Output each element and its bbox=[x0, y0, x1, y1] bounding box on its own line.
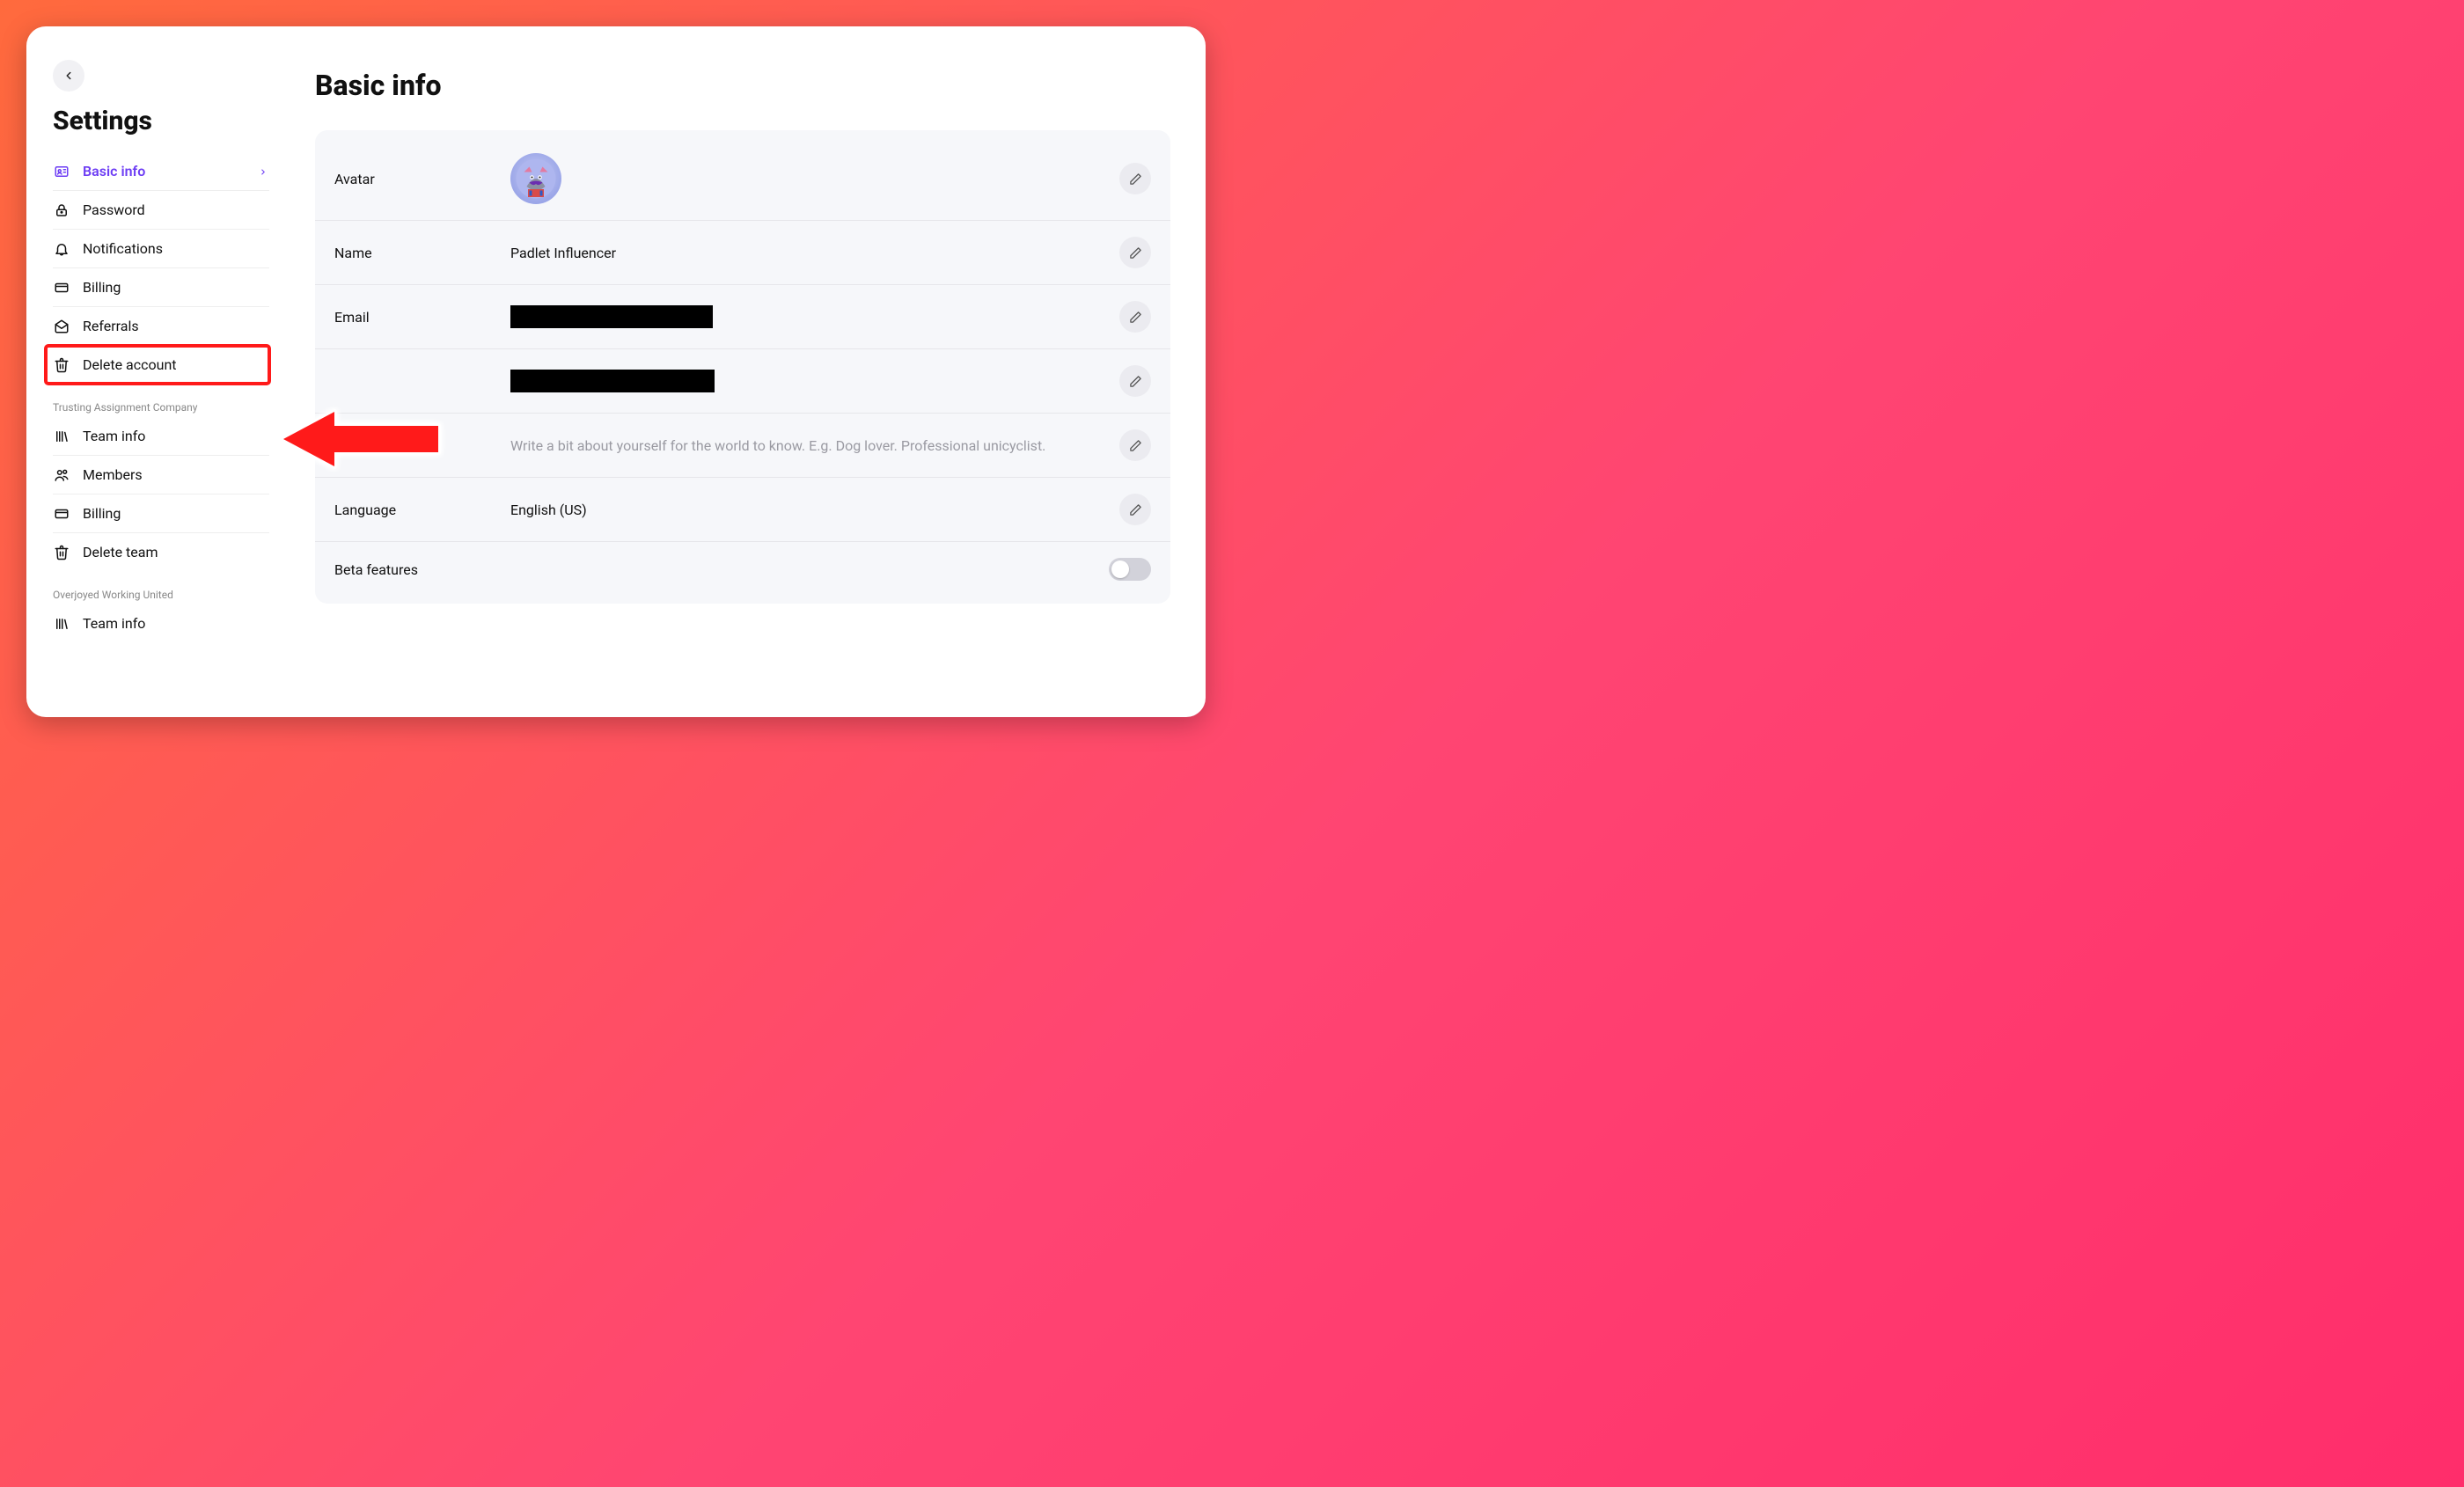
sidebar-item-label: Team info bbox=[83, 615, 145, 632]
back-button[interactable] bbox=[53, 60, 84, 92]
edit-about-button[interactable] bbox=[1119, 429, 1151, 461]
sidebar-item-referrals[interactable]: Referrals bbox=[53, 307, 269, 346]
sidebar-item-notifications[interactable]: Notifications bbox=[53, 230, 269, 268]
envelope-open-icon bbox=[53, 319, 70, 334]
trash-icon bbox=[53, 545, 70, 560]
sidebar-item-label: Delete account bbox=[83, 356, 177, 373]
row-label: Language bbox=[334, 502, 510, 518]
avatar bbox=[510, 153, 561, 204]
edit-name-button[interactable] bbox=[1119, 237, 1151, 268]
edit-username-button[interactable] bbox=[1119, 365, 1151, 397]
pencil-icon bbox=[1129, 503, 1142, 516]
books-icon bbox=[53, 429, 70, 444]
row-language: Language English (US) bbox=[315, 478, 1170, 542]
trash-icon bbox=[53, 357, 70, 373]
sidebar-title: Settings bbox=[53, 106, 280, 136]
sidebar-item-label: Notifications bbox=[83, 240, 163, 257]
sidebar-item-password[interactable]: Password bbox=[53, 191, 269, 230]
edit-email-button[interactable] bbox=[1119, 301, 1151, 333]
settings-window: Settings Basic info Password bbox=[26, 26, 1206, 717]
sidebar-item-team-billing[interactable]: Billing bbox=[53, 494, 269, 533]
sidebar-item-label: Billing bbox=[83, 505, 121, 522]
sidebar-item-label: Members bbox=[83, 466, 143, 483]
row-username bbox=[315, 349, 1170, 414]
edit-avatar-button[interactable] bbox=[1119, 163, 1151, 194]
id-card-icon bbox=[53, 164, 70, 179]
basic-info-card: Avatar bbox=[315, 130, 1170, 604]
row-label: About bbox=[334, 437, 510, 454]
row-value: Padlet Influencer bbox=[510, 245, 1119, 261]
sidebar-item-label: Delete team bbox=[83, 544, 158, 560]
sidebar-item-team-info[interactable]: Team info bbox=[53, 417, 269, 456]
credit-card-icon bbox=[53, 280, 70, 296]
row-placeholder: Write a bit about yourself for the world… bbox=[510, 437, 1119, 454]
page-title: Basic info bbox=[315, 69, 1170, 102]
chevron-right-icon bbox=[259, 163, 268, 179]
row-name: Name Padlet Influencer bbox=[315, 221, 1170, 285]
sidebar-item-label: Billing bbox=[83, 279, 121, 296]
sidebar-group-label: Trusting Assignment Company bbox=[53, 401, 269, 414]
bell-icon bbox=[53, 241, 70, 257]
edit-language-button[interactable] bbox=[1119, 494, 1151, 525]
beta-features-toggle[interactable] bbox=[1109, 558, 1151, 581]
sidebar-personal-group: Basic info Password Notifications bbox=[53, 152, 269, 384]
sidebar-team2-group: Overjoyed Working United Team info bbox=[53, 589, 269, 642]
sidebar-team1-group: Trusting Assignment Company Team info Me… bbox=[53, 401, 269, 571]
sidebar-group-label: Overjoyed Working United bbox=[53, 589, 269, 601]
row-label: Email bbox=[334, 309, 510, 326]
avatar-illustration-icon bbox=[515, 157, 557, 200]
credit-card-icon bbox=[53, 506, 70, 522]
sidebar-item-delete-team[interactable]: Delete team bbox=[53, 533, 269, 571]
redacted-email bbox=[510, 305, 713, 328]
pencil-icon bbox=[1129, 246, 1142, 260]
sidebar-item-label: Basic info bbox=[83, 163, 145, 179]
sidebar: Settings Basic info Password bbox=[26, 26, 280, 717]
row-label: Beta features bbox=[334, 561, 510, 578]
sidebar-item-members[interactable]: Members bbox=[53, 456, 269, 494]
redacted-username bbox=[510, 370, 715, 392]
row-about: About Write a bit about yourself for the… bbox=[315, 414, 1170, 478]
books-icon bbox=[53, 616, 70, 632]
chevron-left-icon bbox=[62, 70, 75, 82]
sidebar-item-billing[interactable]: Billing bbox=[53, 268, 269, 307]
lock-icon bbox=[53, 202, 70, 218]
pencil-icon bbox=[1129, 311, 1142, 324]
sidebar-item-label: Password bbox=[83, 201, 145, 218]
row-beta-features: Beta features bbox=[315, 542, 1170, 597]
sidebar-item-basic-info[interactable]: Basic info bbox=[53, 152, 269, 191]
pencil-icon bbox=[1129, 375, 1142, 388]
sidebar-item-label: Referrals bbox=[83, 318, 139, 334]
sidebar-item-delete-account[interactable]: Delete account bbox=[46, 346, 269, 384]
row-avatar: Avatar bbox=[315, 137, 1170, 221]
main-content: Basic info Avatar bbox=[280, 26, 1206, 717]
row-label: Avatar bbox=[334, 171, 510, 187]
pencil-icon bbox=[1129, 172, 1142, 186]
row-label: Name bbox=[334, 245, 510, 261]
sidebar-item-label: Team info bbox=[83, 428, 145, 444]
sidebar-item-team-info[interactable]: Team info bbox=[53, 604, 269, 642]
row-value: English (US) bbox=[510, 502, 1119, 518]
row-email: Email bbox=[315, 285, 1170, 349]
users-icon bbox=[53, 467, 70, 483]
pencil-icon bbox=[1129, 439, 1142, 452]
